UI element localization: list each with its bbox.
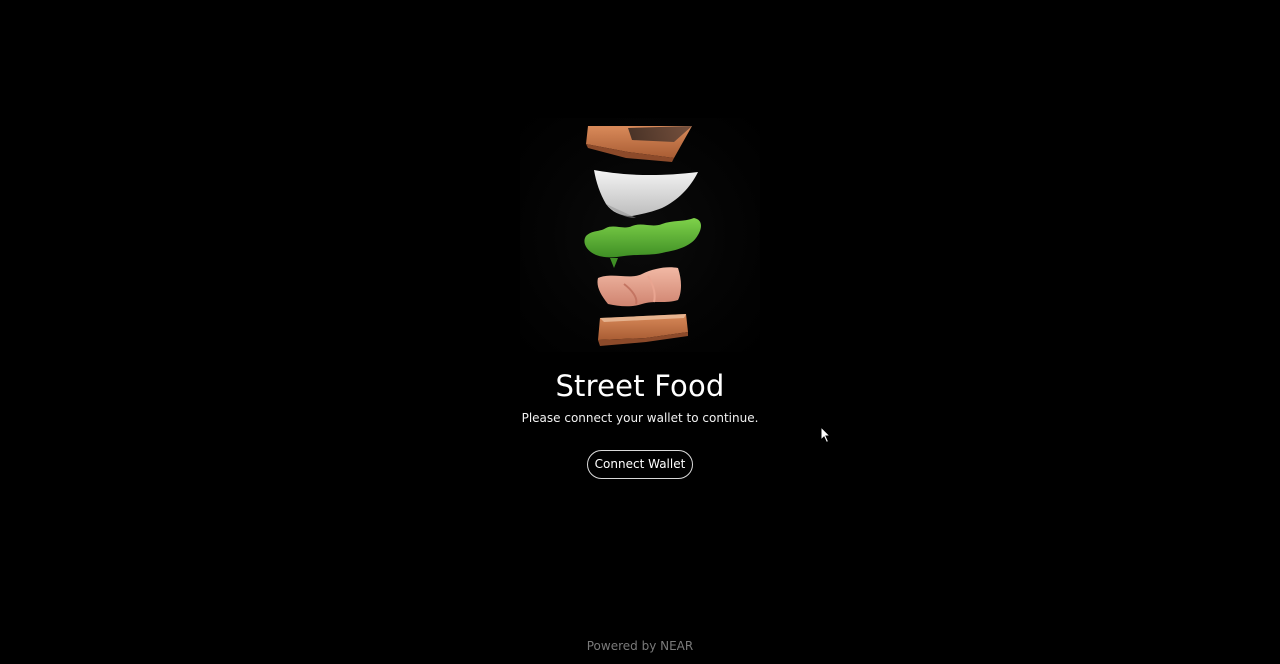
- bottom-bread-slice: [598, 314, 688, 346]
- powered-by-footer: Powered by NEAR: [586, 639, 694, 653]
- landing-page: Street Food Please connect your wallet t…: [0, 0, 1280, 664]
- connect-wallet-button[interactable]: Connect Wallet: [587, 450, 693, 479]
- cheese-slice: [594, 170, 698, 218]
- connect-wallet-prompt: Please connect your wallet to continue.: [521, 411, 759, 425]
- mouse-cursor-icon: [820, 425, 832, 444]
- page-title: Street Food: [555, 369, 725, 403]
- top-bread-slice: [586, 126, 692, 162]
- sandwich-hero-image: [520, 118, 760, 352]
- ham-slice: [597, 267, 681, 307]
- lettuce-leaf: [584, 218, 701, 268]
